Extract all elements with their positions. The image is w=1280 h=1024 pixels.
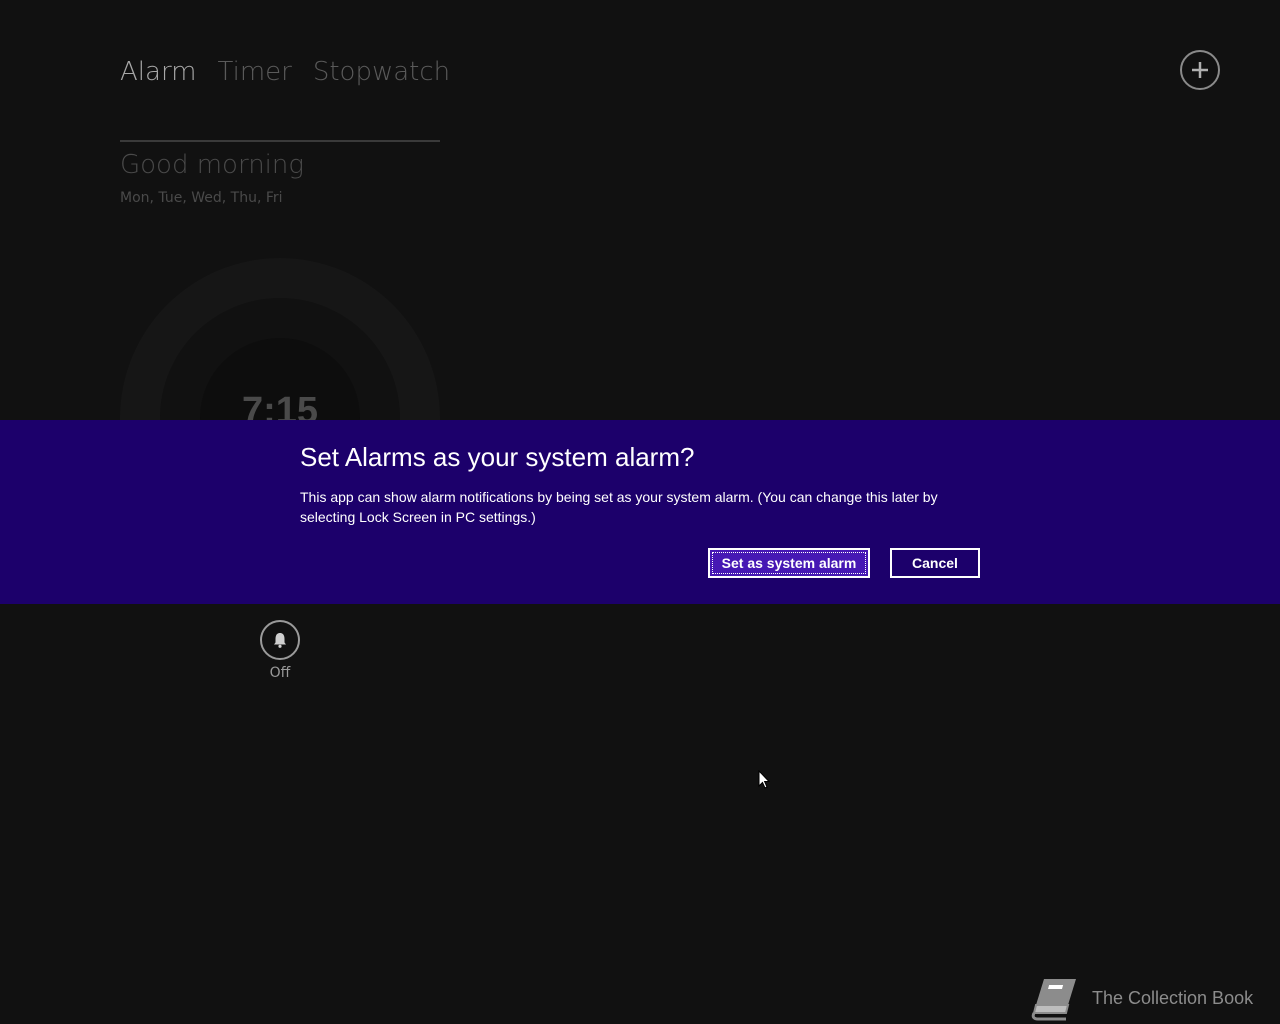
set-as-system-alarm-button[interactable]: Set as system alarm	[708, 548, 870, 578]
watermark-text: The Collection Book	[1092, 987, 1254, 1008]
alarm-card-divider	[120, 140, 440, 142]
bell-icon	[274, 633, 286, 648]
book-icon	[1031, 979, 1076, 1021]
mouse-pointer-icon	[758, 770, 770, 789]
tab-bar: Alarm Timer Stopwatch	[120, 52, 471, 92]
cancel-label: Cancel	[912, 555, 958, 571]
alarm-name[interactable]: Good morning	[120, 150, 304, 180]
plus-icon	[1192, 62, 1208, 78]
tab-stopwatch[interactable]: Stopwatch	[313, 52, 450, 92]
alarms-app: Alarm Timer Stopwatch Good morning Mon, …	[0, 0, 1280, 1024]
dialog-title: Set Alarms as your system alarm?	[300, 442, 695, 472]
system-alarm-dialog: Set Alarms as your system alarm? This ap…	[0, 420, 1280, 604]
watermark: The Collection Book	[1030, 975, 1253, 1021]
dialog-message: This app can show alarm notifications by…	[300, 489, 938, 525]
focus-ring	[712, 552, 866, 574]
tab-timer[interactable]: Timer	[218, 52, 292, 92]
alarm-toggle-label: Off	[269, 665, 291, 681]
alarm-toggle-button[interactable]	[260, 620, 300, 660]
tab-alarm[interactable]: Alarm	[120, 52, 197, 92]
add-alarm-button[interactable]	[1180, 50, 1220, 90]
cancel-button[interactable]: Cancel	[890, 548, 980, 578]
alarm-days: Mon, Tue, Wed, Thu, Fri	[120, 190, 283, 206]
